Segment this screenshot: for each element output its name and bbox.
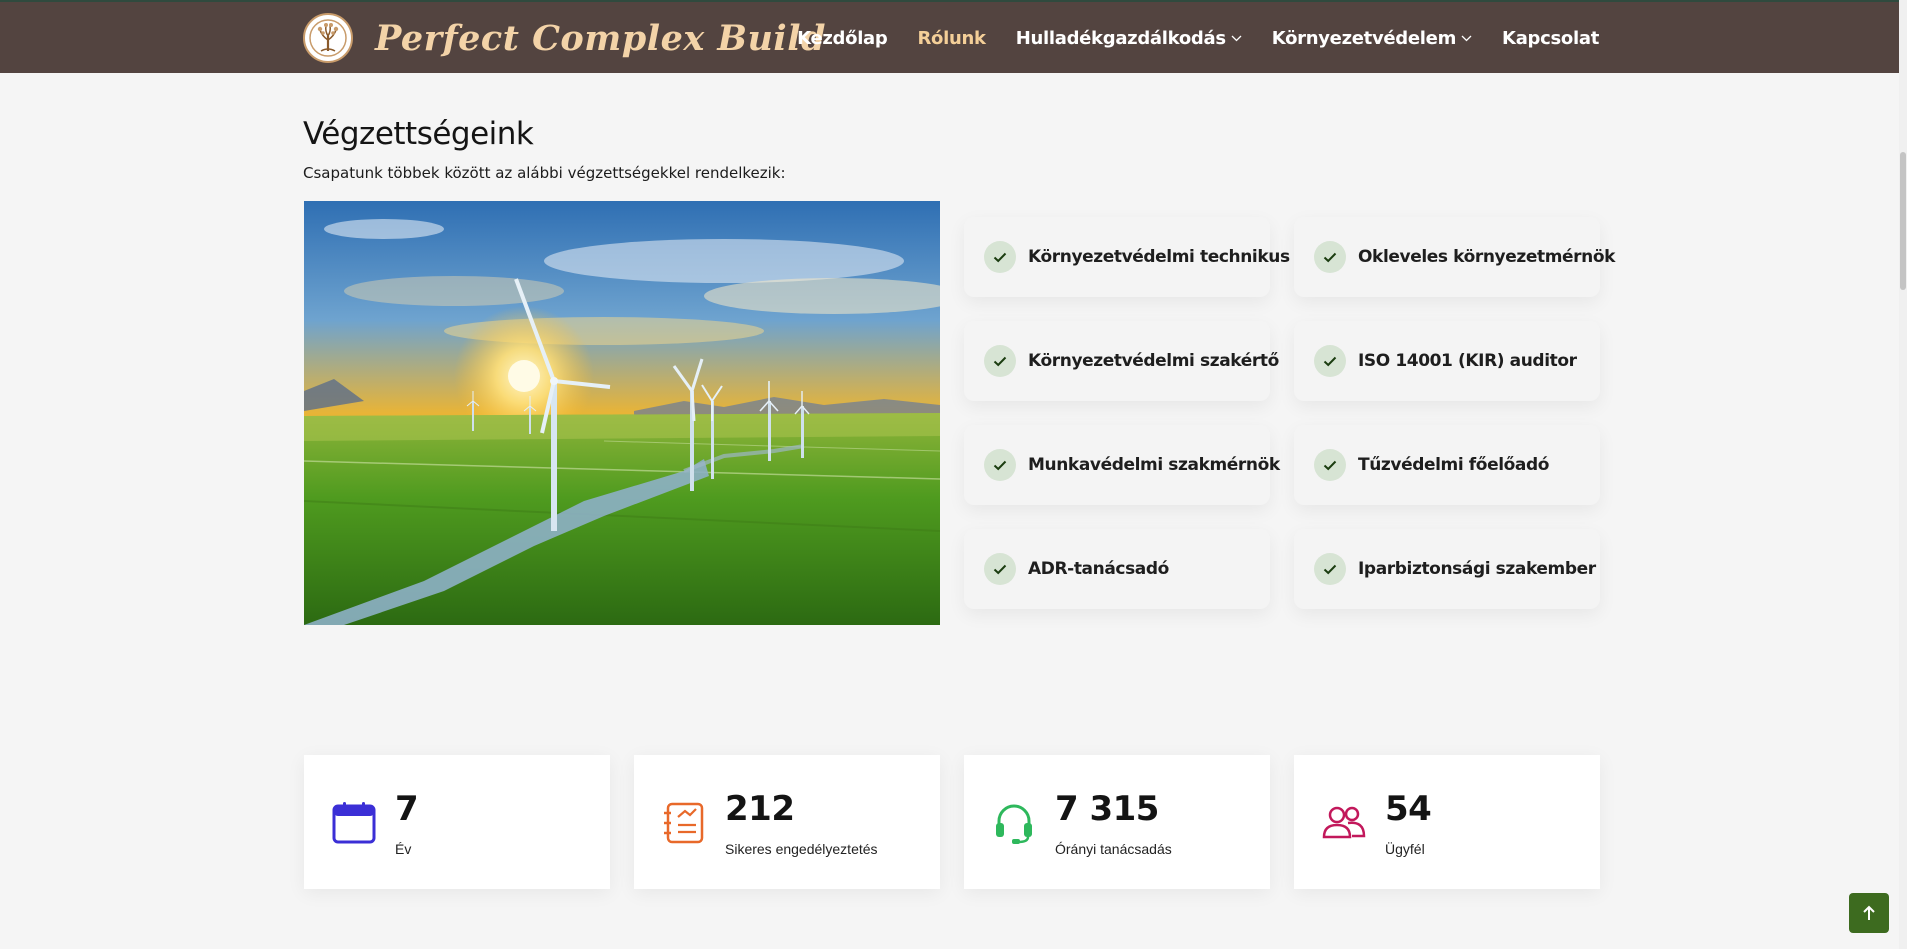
qualification-card: ADR-tanácsadó [964,529,1270,609]
qualification-card: Munkavédelmi szakmérnök [964,425,1280,505]
qualification-label: Tűzvédelmi főelőadó [1358,455,1550,475]
calendar-icon [332,802,376,844]
brand-logo-link[interactable]: Perfect Complex Build [303,12,826,64]
nav-item-kornyezetvedelem[interactable]: Környezetvédelem [1272,28,1472,49]
nav-item-kezdolap[interactable]: Kezdőlap [797,28,888,49]
chevron-down-icon [1231,35,1242,42]
brand-name: Perfect Complex Build [375,17,826,59]
back-to-top-button[interactable] [1849,893,1889,933]
section-subtitle: Csapatunk többek között az alábbi végzet… [303,164,786,182]
stat-card-clients: 54 Ügyfél [1294,755,1600,889]
stat-card-permits: 212 Sikeres engedélyeztetés [634,755,940,889]
nav-item-label: Kapcsolat [1502,28,1599,49]
wind-farm-image [304,201,940,625]
stat-value: 7 [395,789,419,829]
clipboard-icon [664,802,704,844]
qualification-card: Okleveles környezetmérnök [1294,217,1615,297]
check-icon [984,449,1016,481]
stat-card-consulting: 7 315 Órányi tanácsadás [964,755,1270,889]
check-icon [1314,449,1346,481]
qualification-label: Környezetvédelmi technikus [1028,247,1290,267]
stat-value: 54 [1385,789,1432,829]
qualification-label: Okleveles környezetmérnök [1358,247,1616,267]
check-icon [984,241,1016,273]
qualification-label: Iparbiztonsági szakember [1358,559,1596,579]
stat-label: Sikeres engedélyeztetés [725,841,878,857]
nav-item-label: Hulladékgazdálkodás [1015,28,1226,49]
stat-value: 7 315 [1055,789,1159,829]
qualification-label: Környezetvédelmi szakértő [1028,351,1279,371]
section-title: Végzettségeink [303,116,534,152]
arrow-up-icon [1863,905,1875,920]
check-icon [984,553,1016,585]
nav-item-kapcsolat[interactable]: Kapcsolat [1502,28,1599,49]
qualification-label: Munkavédelmi szakmérnök [1028,455,1280,475]
stat-card-years: 7 Év [304,755,610,889]
qualification-label: ISO 14001 (KIR) auditor [1358,351,1577,371]
qualification-card: Iparbiztonsági szakember [1294,529,1600,609]
page-scrollbar[interactable] [1899,0,1907,949]
stat-label: Ügyfél [1385,841,1425,857]
check-icon [1314,553,1346,585]
stat-label: Órányi tanácsadás [1055,841,1172,857]
qualification-card: Tűzvédelmi főelőadó [1294,425,1600,505]
nav-item-label: Rólunk [917,28,987,49]
nav-item-hulladekgazdalkodas[interactable]: Hulladékgazdálkodás [1016,28,1242,49]
tree-logo-icon [303,13,353,63]
stat-label: Év [395,841,412,857]
qualification-label: ADR-tanácsadó [1028,559,1169,579]
check-icon [1314,241,1346,273]
check-icon [984,345,1016,377]
qualification-card: Környezetvédelmi szakértő [964,321,1279,401]
scrollbar-thumb[interactable] [1900,152,1906,290]
nav-item-rolunk[interactable]: Rólunk [917,28,987,49]
stat-value: 212 [725,789,795,829]
site-header: Perfect Complex Build Kezdőlap Rólunk Hu… [0,0,1907,73]
chevron-down-icon [1461,35,1472,42]
main-nav: Kezdőlap Rólunk Hulladékgazdálkodás Körn… [797,2,1599,75]
check-icon [1314,345,1346,377]
headset-icon [996,804,1032,844]
nav-item-label: Kezdőlap [797,28,888,49]
nav-item-label: Környezetvédelem [1271,28,1457,49]
qualification-card: Környezetvédelmi technikus [964,217,1290,297]
qualification-card: ISO 14001 (KIR) auditor [1294,321,1600,401]
users-icon [1322,806,1366,839]
